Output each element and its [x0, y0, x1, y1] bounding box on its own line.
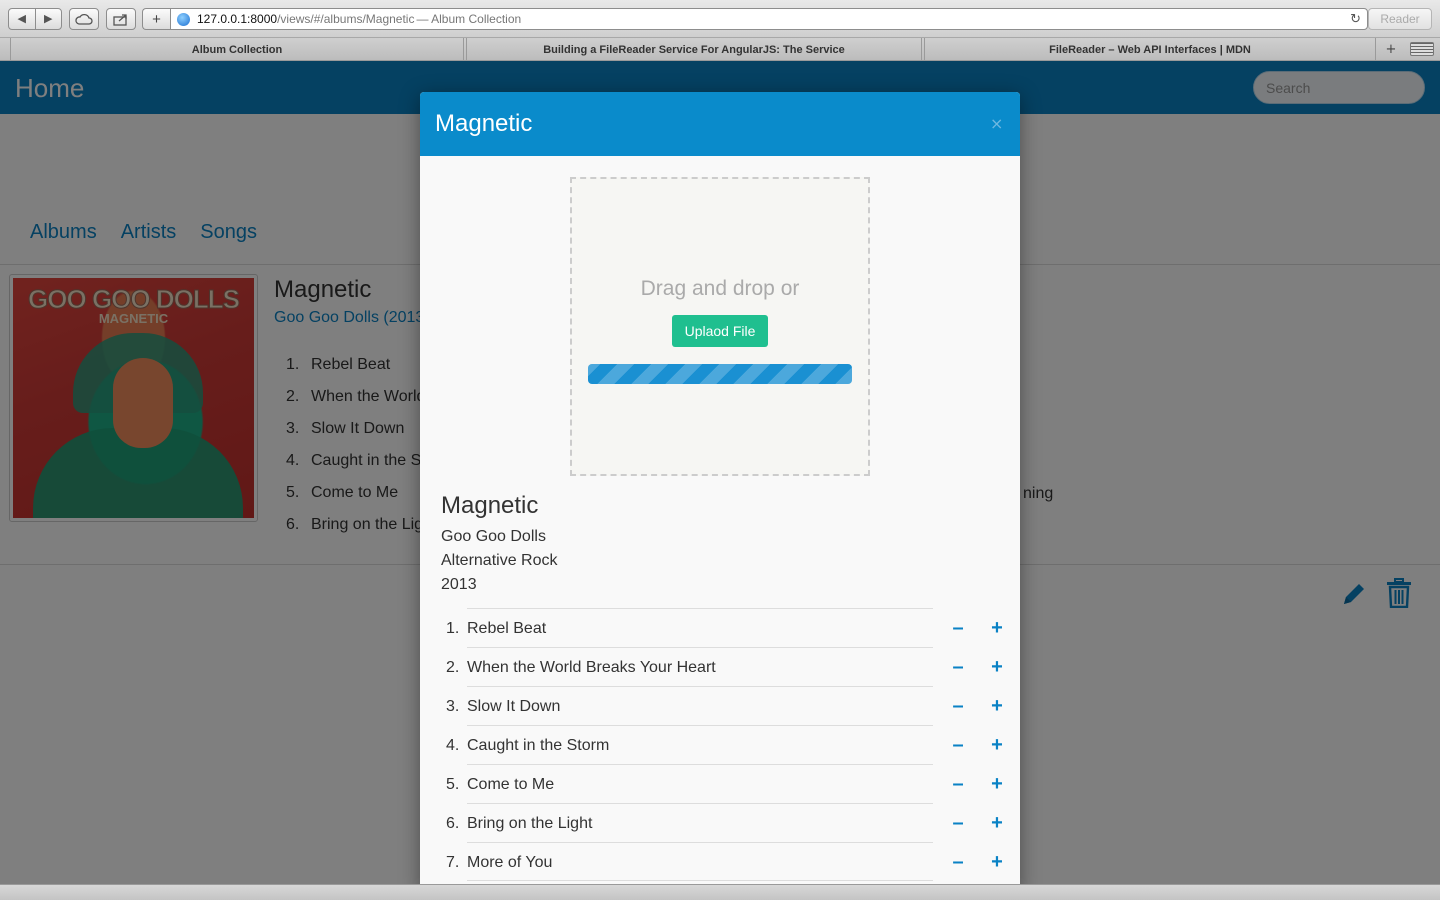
add-track-button[interactable]: + — [989, 656, 1005, 678]
track-name: Come to Me — [467, 776, 555, 793]
track-name: Rebel Beat — [467, 620, 547, 637]
remove-track-button[interactable]: – — [950, 734, 966, 756]
album-modal: Magnetic × Drag and drop or Uplaod File … — [420, 92, 1020, 884]
track-number: 6. — [446, 815, 460, 832]
back-button[interactable]: ◀ — [9, 9, 35, 29]
tab-filereader-service[interactable]: Building a FileReader Service For Angula… — [466, 38, 922, 61]
remove-track-button[interactable]: – — [950, 656, 966, 678]
file-dropzone[interactable]: Drag and drop or Uplaod File — [570, 177, 870, 476]
upload-progress-bar — [588, 364, 852, 384]
upload-file-button[interactable]: Uplaod File — [672, 315, 768, 347]
tab-bar: Album Collection Building a FileReader S… — [0, 38, 1440, 61]
track-name: When the World Breaks Your Heart — [467, 659, 716, 676]
track-number: 5. — [446, 776, 460, 793]
table-row: 6. Bring on the Light – + — [446, 803, 1003, 842]
new-tab-button[interactable]: + — [1378, 40, 1404, 58]
track-name: More of You — [467, 854, 553, 871]
browser-status-bar — [0, 884, 1440, 900]
tab-album-collection[interactable]: Album Collection — [10, 38, 464, 61]
address-bar: + 127.0.0.1:8000 /views/#/albums/Magneti… — [142, 8, 1368, 30]
url-path: /views/#/albums/Magnetic — [277, 12, 415, 26]
modal-body: Drag and drop or Uplaod File Magnetic Go… — [420, 156, 1020, 884]
track-name: Caught in the Storm — [467, 737, 610, 754]
remove-track-button[interactable]: – — [950, 851, 966, 873]
cloud-icon — [75, 13, 93, 25]
page-viewport: Home Albums Artists Songs GOO GOO DOLLS … — [0, 61, 1440, 884]
modal-header: Magnetic × — [420, 92, 1020, 156]
icloud-tabs-button[interactable] — [69, 8, 99, 30]
upload-progress-fill — [588, 364, 852, 384]
album-info-title: Magnetic — [441, 492, 539, 519]
track-name: Bring on the Light — [467, 815, 593, 832]
share-button[interactable] — [106, 8, 136, 30]
track-number: 2. — [446, 659, 460, 676]
back-forward-group: ◀ ▶ — [8, 8, 62, 30]
add-track-button[interactable]: + — [989, 812, 1005, 834]
table-row: 5. Come to Me – + — [446, 764, 1003, 803]
track-number: 1. — [446, 620, 460, 637]
globe-icon — [177, 12, 190, 26]
remove-track-button[interactable]: – — [950, 695, 966, 717]
add-track-button[interactable]: + — [989, 695, 1005, 717]
table-row: 2. When the World Breaks Your Heart – + — [446, 647, 1003, 686]
browser-toolbar: ◀ ▶ + 127.0.0.1:8000 /views/#/albums/Mag… — [0, 0, 1440, 38]
forward-button[interactable]: ▶ — [34, 9, 62, 29]
dropzone-text: Drag and drop or — [640, 277, 800, 300]
modal-title: Magnetic — [435, 110, 533, 137]
reload-icon[interactable]: ↻ — [1350, 12, 1361, 27]
tab-filereader-mdn[interactable]: FileReader – Web API Interfaces | MDN — [924, 38, 1376, 61]
add-bookmark-button[interactable]: + — [142, 8, 170, 30]
reader-button[interactable]: Reader — [1368, 8, 1432, 30]
add-track-button[interactable]: + — [989, 734, 1005, 756]
album-info-genre: Alternative Rock — [441, 552, 558, 569]
table-row: 3. Slow It Down – + — [446, 686, 1003, 725]
url-host: 127.0.0.1:8000 — [197, 12, 278, 26]
remove-track-button[interactable]: – — [950, 617, 966, 639]
track-name: Slow It Down — [467, 698, 561, 715]
add-track-button[interactable]: + — [989, 851, 1005, 873]
table-row: 7. More of You – + — [446, 842, 1003, 881]
url-page-title: — Album Collection — [416, 12, 522, 26]
modal-track-list: 1. Rebel Beat – + 2. When the World Brea… — [438, 608, 1008, 881]
album-info-year: 2013 — [441, 576, 477, 593]
share-icon — [113, 13, 127, 26]
remove-track-button[interactable]: – — [950, 773, 966, 795]
table-row: 1. Rebel Beat – + — [446, 608, 1003, 647]
tab-list-icon[interactable] — [1410, 42, 1434, 56]
track-number: 7. — [446, 854, 460, 871]
close-icon[interactable]: × — [990, 114, 1003, 133]
album-info-artist: Goo Goo Dolls — [441, 528, 546, 545]
url-field[interactable]: 127.0.0.1:8000 /views/#/albums/Magnetic … — [170, 8, 1368, 30]
add-track-button[interactable]: + — [989, 773, 1005, 795]
track-number: 3. — [446, 698, 460, 715]
remove-track-button[interactable]: – — [950, 812, 966, 834]
table-row: 4. Caught in the Storm – + — [446, 725, 1003, 764]
add-track-button[interactable]: + — [989, 617, 1005, 639]
track-number: 4. — [446, 737, 460, 754]
